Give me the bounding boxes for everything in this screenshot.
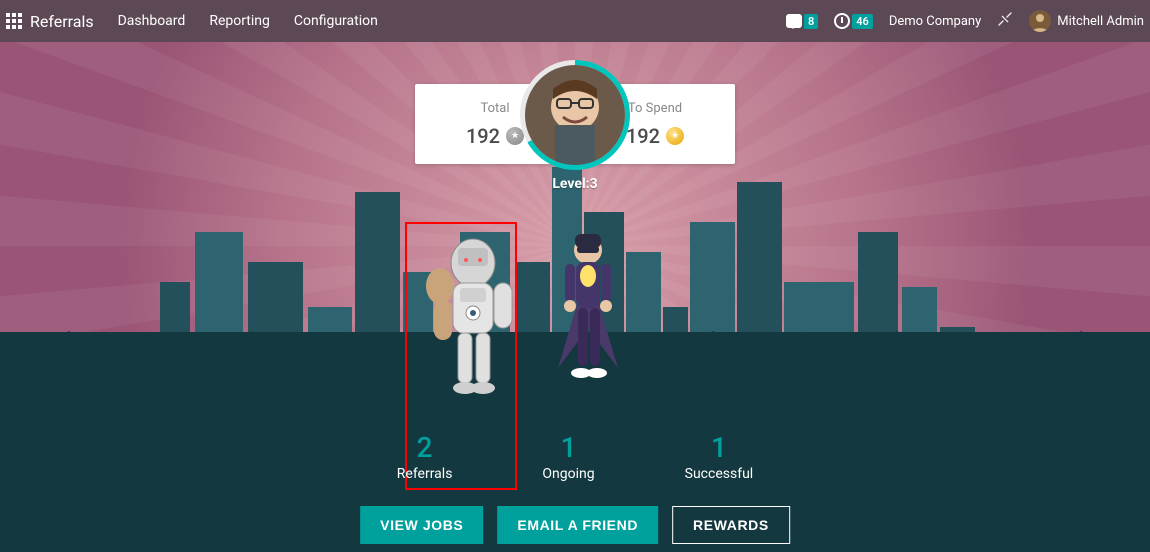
apps-icon[interactable]: [6, 13, 22, 29]
clock-icon: [834, 13, 850, 29]
user-avatar-icon: [1029, 10, 1051, 32]
nav-configuration[interactable]: Configuration: [294, 13, 378, 29]
activities-count: 46: [852, 14, 873, 29]
level-text: Level:3: [552, 176, 597, 192]
messages-indicator[interactable]: 8: [786, 14, 818, 29]
stat-successful[interactable]: 1 Successful: [685, 431, 754, 482]
rewards-button[interactable]: REWARDS: [672, 506, 790, 544]
chat-icon: [786, 14, 802, 28]
spend-value: 192: [626, 124, 660, 148]
profile-photo: [525, 65, 625, 165]
stat-successful-label: Successful: [685, 466, 754, 482]
hero-avatar: [543, 228, 633, 402]
stat-referrals[interactable]: 2 Referrals: [397, 431, 453, 482]
stat-ongoing-label: Ongoing: [542, 466, 594, 482]
stat-referrals-value: 2: [397, 431, 453, 464]
total-value: 192: [466, 124, 500, 148]
nav-reporting[interactable]: Reporting: [209, 13, 270, 29]
nav-dashboard[interactable]: Dashboard: [118, 13, 186, 29]
company-name[interactable]: Demo Company: [889, 14, 981, 29]
email-friend-button[interactable]: EMAIL A FRIEND: [497, 506, 658, 544]
user-menu[interactable]: Mitchell Admin: [1029, 10, 1144, 32]
view-jobs-button[interactable]: VIEW JOBS: [360, 506, 483, 544]
app-title[interactable]: Referrals: [30, 12, 94, 31]
messages-count: 8: [804, 14, 818, 29]
stat-ongoing-value: 1: [542, 431, 594, 464]
stat-referrals-label: Referrals: [397, 466, 453, 482]
user-name-label: Mitchell Admin: [1057, 14, 1144, 29]
robot-avatar: [418, 228, 528, 402]
star-gold-icon: [666, 127, 684, 145]
stat-ongoing[interactable]: 1 Ongoing: [542, 431, 594, 482]
profile-progress-ring: [520, 60, 630, 170]
debug-icon[interactable]: [997, 11, 1013, 31]
activities-indicator[interactable]: 46: [834, 13, 873, 29]
stat-successful-value: 1: [685, 431, 754, 464]
